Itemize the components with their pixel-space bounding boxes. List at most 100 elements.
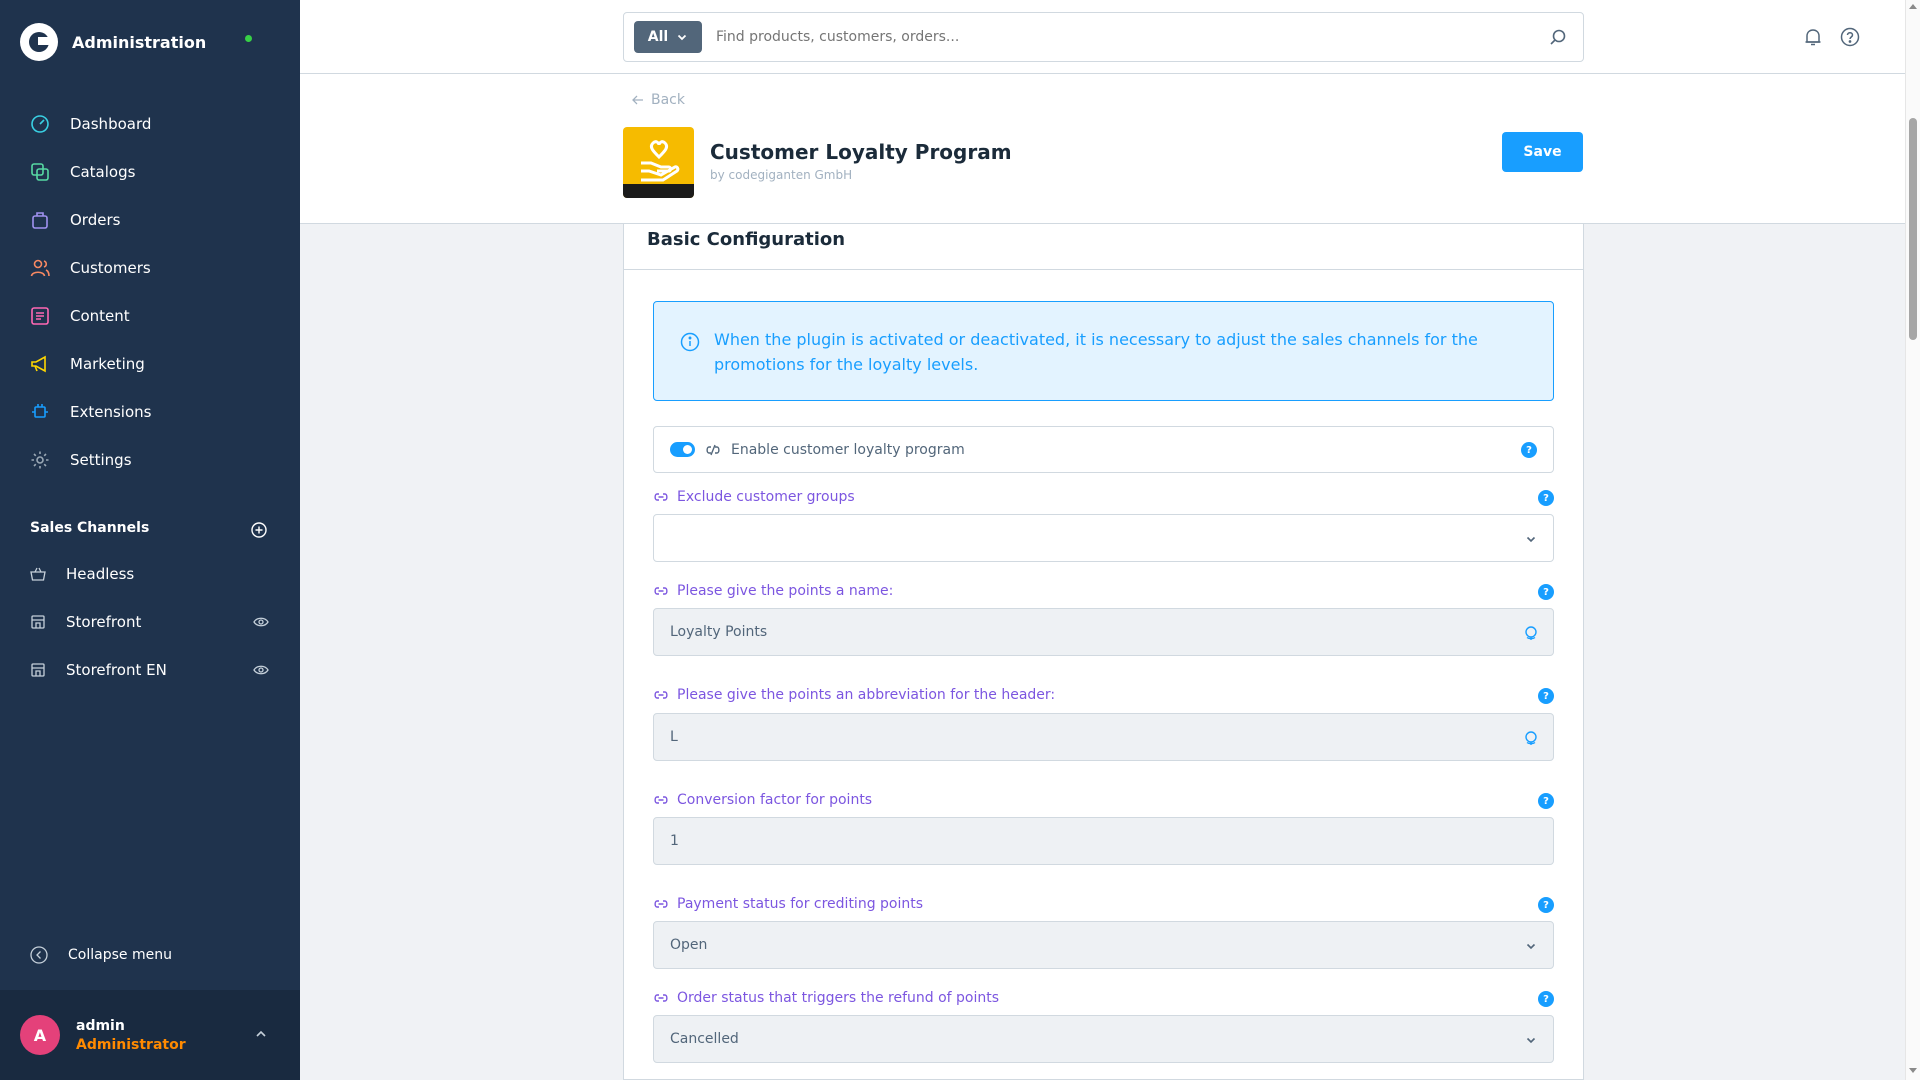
plugin-header: Back Customer Loyalty Program by codegig… <box>300 74 1905 224</box>
nav-item-settings[interactable]: Settings <box>0 436 300 484</box>
search-icon[interactable] <box>1549 28 1567 46</box>
vendor-strip <box>623 184 694 198</box>
scroll-up-arrow-icon[interactable] <box>1909 4 1917 9</box>
plugin-logo <box>623 127 694 198</box>
field-label-text: Conversion factor for points <box>677 792 873 808</box>
nav-label: Orders <box>70 211 121 229</box>
help-tooltip-icon[interactable]: ? <box>1538 991 1554 1007</box>
app-title: Administration <box>72 32 207 52</box>
field-label-payment-status: Payment status for crediting points <box>653 896 923 912</box>
field-label-points-name: Please give the points a name: <box>653 583 893 599</box>
link-icon[interactable] <box>653 990 669 1006</box>
field-label-text: Payment status for crediting points <box>677 896 924 912</box>
search-input[interactable] <box>716 29 1549 45</box>
help-tooltip-icon[interactable]: ? <box>1538 584 1554 600</box>
field-label-text: Please give the points a name: <box>677 583 894 599</box>
search-type-select[interactable]: All <box>634 21 702 53</box>
help-tooltip-icon[interactable]: ? <box>1538 490 1554 506</box>
collapse-menu-button[interactable]: Collapse menu <box>30 946 172 964</box>
field-label-points-abbreviation: Please give the points an abbreviation f… <box>653 687 1055 703</box>
link-icon[interactable] <box>653 583 669 599</box>
chevron-up-icon[interactable] <box>253 1026 269 1042</box>
field-label-order-status-refund: Order status that triggers the refund of… <box>653 990 999 1006</box>
field-value: Loyalty Points <box>670 624 768 640</box>
translation-globe-icon[interactable] <box>1523 730 1539 746</box>
bell-icon[interactable] <box>1803 27 1823 47</box>
nav-item-customers[interactable]: Customers <box>0 244 300 292</box>
sales-channel-storefront-en[interactable]: Storefront EN <box>0 646 300 694</box>
field-value: L <box>670 729 678 745</box>
back-label: Back <box>651 92 685 108</box>
nav-label: Content <box>70 307 130 325</box>
main-nav: Dashboard Catalogs Orders Customers Cont… <box>0 100 300 484</box>
help-tooltip-icon[interactable]: ? <box>1538 897 1554 913</box>
nav-label: Extensions <box>70 403 152 421</box>
nav-item-dashboard[interactable]: Dashboard <box>0 100 300 148</box>
help-tooltip-icon[interactable]: ? <box>1538 688 1554 704</box>
field-value: 1 <box>670 833 679 849</box>
storefront-icon <box>31 615 45 629</box>
marketing-icon <box>31 355 46 373</box>
order-status-refund-select[interactable]: Cancelled <box>653 1015 1554 1063</box>
enable-loyalty-label: Enable customer loyalty program <box>731 441 965 458</box>
nav-item-orders[interactable]: Orders <box>0 196 300 244</box>
chevron-left-circle-icon <box>30 946 48 964</box>
nav-label: Dashboard <box>70 115 152 133</box>
scrollbar-thumb[interactable] <box>1909 118 1917 340</box>
back-link[interactable]: Back <box>631 92 685 108</box>
info-icon <box>680 332 700 352</box>
shopware-logo-icon[interactable] <box>20 23 58 61</box>
avatar: A <box>20 1015 60 1055</box>
link-icon[interactable] <box>653 489 669 505</box>
sales-channel-storefront[interactable]: Storefront <box>0 598 300 646</box>
field-label-text: Exclude customer groups <box>677 489 855 505</box>
user-bar[interactable]: A admin Administrator <box>0 990 300 1080</box>
field-value: Cancelled <box>670 1031 739 1047</box>
nav-label: Marketing <box>70 355 145 373</box>
help-tooltip-icon[interactable]: ? <box>1521 442 1537 458</box>
collapse-label: Collapse menu <box>68 947 172 963</box>
page-title: Customer Loyalty Program <box>710 140 1012 164</box>
eye-icon[interactable] <box>253 614 269 630</box>
extensions-icon <box>32 404 48 418</box>
page-scrollbar[interactable] <box>1905 0 1920 1080</box>
scroll-down-arrow-icon[interactable] <box>1909 1068 1917 1073</box>
basket-icon <box>30 567 46 581</box>
inherit-link-icon[interactable] <box>705 442 721 458</box>
plugin-vendor: by codegiganten GmbH <box>710 168 853 182</box>
help-tooltip-icon[interactable]: ? <box>1538 793 1554 809</box>
nav-label: Customers <box>70 259 151 277</box>
content-icon <box>31 307 49 325</box>
link-icon[interactable] <box>653 792 669 808</box>
help-icon[interactable] <box>1840 27 1860 47</box>
info-alert: When the plugin is activated or deactiva… <box>653 301 1554 401</box>
save-button[interactable]: Save <box>1502 132 1583 172</box>
global-search: All <box>623 12 1584 62</box>
add-sales-channel-icon[interactable] <box>251 522 267 538</box>
user-name: admin <box>76 1018 125 1034</box>
payment-status-select[interactable]: Open <box>653 921 1554 969</box>
nav-item-catalogs[interactable]: Catalogs <box>0 148 300 196</box>
conversion-factor-input[interactable]: 1 <box>653 817 1554 865</box>
nav-item-extensions[interactable]: Extensions <box>0 388 300 436</box>
chevron-down-icon <box>1526 536 1536 543</box>
nav-label: Catalogs <box>70 163 136 181</box>
top-bar: All <box>300 0 1905 74</box>
sales-channel-label: Storefront EN <box>66 661 167 679</box>
sales-channel-headless[interactable]: Headless <box>0 550 300 598</box>
nav-item-marketing[interactable]: Marketing <box>0 340 300 388</box>
points-name-input[interactable]: Loyalty Points <box>653 608 1554 656</box>
status-dot <box>245 35 252 42</box>
catalogs-icon <box>31 163 49 181</box>
enable-loyalty-toggle[interactable] <box>670 442 695 457</box>
points-abbreviation-input[interactable]: L <box>653 713 1554 761</box>
field-label-text: Order status that triggers the refund of… <box>677 990 1000 1006</box>
translation-globe-icon[interactable] <box>1523 625 1539 641</box>
link-icon[interactable] <box>653 896 669 912</box>
link-icon[interactable] <box>653 687 669 703</box>
exclude-customer-groups-select[interactable] <box>653 514 1554 562</box>
nav-item-content[interactable]: Content <box>0 292 300 340</box>
basic-configuration-card: Basic Configuration When the plugin is a… <box>623 224 1584 1080</box>
eye-icon[interactable] <box>253 662 269 678</box>
sidebar-header: Administration <box>20 22 280 62</box>
